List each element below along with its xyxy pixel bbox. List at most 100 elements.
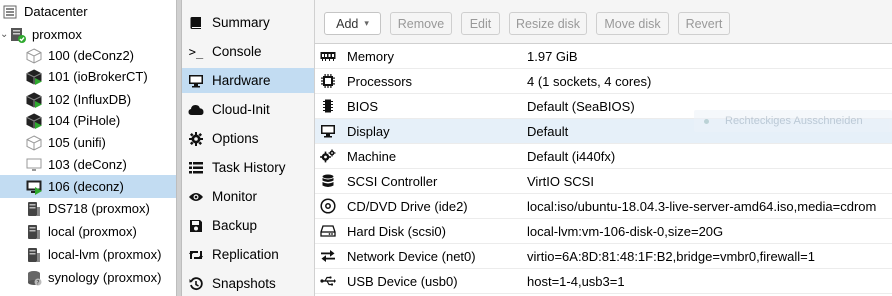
move-disk-label: Move disk bbox=[604, 16, 661, 31]
nav-label: Monitor bbox=[212, 189, 258, 204]
container-stopped-icon bbox=[26, 134, 42, 151]
tree-label: 101 (ioBrokerCT) bbox=[48, 69, 148, 84]
cdrom-icon bbox=[320, 198, 336, 214]
tree-item-guest-selected[interactable]: 106 (deconz) bbox=[0, 175, 176, 198]
database-icon bbox=[320, 173, 336, 189]
tree-item-guest[interactable]: 101 (ioBrokerCT) bbox=[0, 65, 176, 88]
tree-item-guest[interactable]: 103 (deConz) bbox=[0, 153, 176, 176]
nav-label: Backup bbox=[212, 218, 258, 233]
nav-item-replication[interactable]: Replication bbox=[182, 242, 314, 267]
svg-text:?: ? bbox=[36, 279, 39, 286]
tree-item-storage[interactable]: local-lvm (proxmox) bbox=[0, 243, 176, 266]
vm-stopped-icon bbox=[26, 157, 42, 173]
hardware-row-network[interactable]: Network Device (net0) virtio=6A:8D:81:48… bbox=[315, 244, 892, 269]
tree-label: 103 (deConz) bbox=[48, 157, 127, 172]
move-disk-button[interactable]: Move disk bbox=[596, 12, 669, 35]
container-stopped-icon bbox=[26, 47, 42, 64]
remove-button[interactable]: Remove bbox=[390, 12, 452, 35]
nav-item-monitor[interactable]: Monitor bbox=[182, 184, 314, 209]
resource-tree: Datacenter ⌄ proxmox 100 (deConz2) 101 (… bbox=[0, 0, 176, 296]
hardware-panel: Add ▾ Remove Edit Resize disk Move disk … bbox=[314, 0, 892, 296]
hardware-key: SCSI Controller bbox=[347, 173, 438, 189]
nav-item-hardware[interactable]: Hardware bbox=[182, 68, 314, 93]
ghost-tooltip-text: Rechteckiges Ausschneiden bbox=[725, 115, 863, 127]
container-running-icon bbox=[26, 68, 42, 85]
hardware-row-scsi-controller[interactable]: SCSI Controller VirtIO SCSI bbox=[315, 169, 892, 194]
tree-label: 102 (InfluxDB) bbox=[48, 92, 132, 107]
hardware-key: Processors bbox=[347, 73, 413, 89]
hardware-value: virtio=6A:8D:81:48:1F:B2,bridge=vmbr0,fi… bbox=[527, 248, 815, 264]
proxmox-window: Datacenter ⌄ proxmox 100 (deConz2) 101 (… bbox=[0, 0, 892, 296]
hardware-key: Display bbox=[347, 123, 390, 139]
hardware-key: BIOS bbox=[347, 98, 379, 114]
tree-item-guest[interactable]: 104 (PiHole) bbox=[0, 109, 176, 132]
hardware-value: 4 (1 sockets, 4 cores) bbox=[527, 73, 652, 89]
hardware-value: host=1-4,usb3=1 bbox=[527, 273, 625, 289]
desktop-icon bbox=[188, 73, 204, 89]
nav-item-options[interactable]: Options bbox=[182, 126, 314, 151]
nav-item-cloud-init[interactable]: Cloud-Init bbox=[182, 97, 314, 122]
nav-item-snapshots[interactable]: Snapshots bbox=[182, 271, 314, 296]
chevron-down-icon[interactable]: ⌄ bbox=[0, 29, 10, 40]
tree-label: local-lvm (proxmox) bbox=[48, 247, 162, 262]
hardware-row-usb[interactable]: USB Device (usb0) host=1-4,usb3=1 bbox=[315, 269, 892, 294]
add-button-label: Add bbox=[336, 16, 359, 31]
hardware-key: Memory bbox=[347, 48, 394, 64]
tree-label: 106 (deconz) bbox=[48, 179, 124, 194]
eye-icon bbox=[188, 189, 204, 205]
gear-icon bbox=[188, 131, 204, 147]
hardware-value: Default (i440fx) bbox=[527, 148, 616, 164]
hardware-key: Hard Disk (scsi0) bbox=[347, 223, 446, 239]
floppy-icon bbox=[188, 218, 204, 234]
revert-label: Revert bbox=[685, 16, 723, 31]
nav-item-summary[interactable]: Summary bbox=[182, 10, 314, 35]
tree-item-storage[interactable]: ? synology (proxmox) bbox=[0, 266, 176, 289]
chevron-down-icon: ▾ bbox=[364, 18, 369, 28]
resize-disk-button[interactable]: Resize disk bbox=[509, 12, 587, 35]
nav-item-console[interactable]: >_ Console bbox=[182, 39, 314, 64]
server-online-icon bbox=[10, 27, 26, 43]
history-icon bbox=[188, 276, 204, 292]
tree-item-guest[interactable]: 105 (unifi) bbox=[0, 131, 176, 154]
add-button[interactable]: Add ▾ bbox=[324, 12, 381, 35]
cpu-icon bbox=[320, 73, 336, 89]
cloud-icon bbox=[188, 102, 204, 118]
hardware-value: VirtIO SCSI bbox=[527, 173, 594, 189]
tree-label: proxmox bbox=[32, 27, 82, 42]
list-icon bbox=[188, 160, 204, 176]
tree-item-guest[interactable]: 102 (InfluxDB) bbox=[0, 88, 176, 111]
hardware-row-machine[interactable]: Machine Default (i440fx) bbox=[315, 144, 892, 169]
edit-button[interactable]: Edit bbox=[461, 12, 500, 35]
nav-item-backup[interactable]: Backup bbox=[182, 213, 314, 238]
ghost-tooltip: Rechteckiges Ausschneiden bbox=[694, 110, 892, 132]
tree-item-guest[interactable]: 100 (deConz2) bbox=[0, 44, 176, 67]
memory-icon bbox=[320, 48, 336, 64]
tree-item-node[interactable]: ⌄ proxmox bbox=[0, 23, 176, 46]
storage-question-icon: ? bbox=[26, 270, 42, 286]
tree-item-datacenter[interactable]: Datacenter bbox=[0, 0, 176, 23]
dot-icon bbox=[704, 118, 709, 124]
revert-button[interactable]: Revert bbox=[678, 12, 730, 35]
vm-running-icon bbox=[26, 179, 42, 195]
hardware-value: local:iso/ubuntu-18.04.3-live-server-amd… bbox=[527, 198, 877, 214]
nav-label: Task History bbox=[212, 160, 286, 175]
hardware-row-memory[interactable]: Memory 1.97 GiB bbox=[315, 44, 892, 69]
hardware-row-cdrom[interactable]: CD/DVD Drive (ide2) local:iso/ubuntu-18.… bbox=[315, 194, 892, 219]
nav-label: Options bbox=[212, 131, 259, 146]
nav-label: Hardware bbox=[212, 73, 271, 88]
hardware-key: Network Device (net0) bbox=[347, 248, 476, 264]
nav-label: Summary bbox=[212, 15, 270, 30]
hardware-row-hard-disk[interactable]: Hard Disk (scsi0) local-lvm:vm-106-disk-… bbox=[315, 219, 892, 244]
tree-item-storage[interactable]: local (proxmox) bbox=[0, 220, 176, 243]
hardware-value: Default (SeaBIOS) bbox=[527, 98, 635, 114]
tree-label: 105 (unifi) bbox=[48, 135, 106, 150]
nav-item-task-history[interactable]: Task History bbox=[182, 155, 314, 180]
nav-label: Replication bbox=[212, 247, 279, 262]
hardware-value: 1.97 GiB bbox=[527, 48, 578, 64]
hdd-icon bbox=[320, 223, 336, 239]
hardware-toolbar: Add ▾ Remove Edit Resize disk Move disk … bbox=[315, 0, 892, 44]
tree-item-storage[interactable]: DS718 (proxmox) bbox=[0, 197, 176, 220]
hardware-key: USB Device (usb0) bbox=[347, 273, 458, 289]
hardware-row-processors[interactable]: Processors 4 (1 sockets, 4 cores) bbox=[315, 69, 892, 94]
storage-icon bbox=[26, 224, 42, 240]
